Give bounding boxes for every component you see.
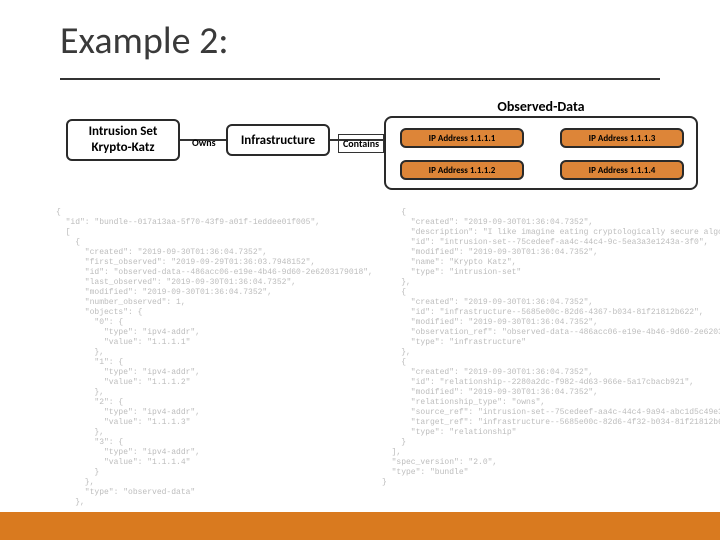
rel-label-contains: Contains [338,134,384,153]
infrastructure-label: Infrastructure [241,133,315,148]
intrusion-set-label-2: Krypto-Katz [92,140,155,156]
json-code-left: { "id": "bundle--017a13aa-5f70-43f9-a01f… [56,208,386,508]
ip-address-box: IP Address 1.1.1.1 [400,128,524,148]
ip-address-box: IP Address 1.1.1.2 [400,160,524,180]
ip-address-box: IP Address 1.1.1.4 [560,160,684,180]
observed-data-label: Observed-Data [386,98,696,115]
intrusion-set-box: Intrusion Set Krypto-Katz [66,119,180,161]
infrastructure-box: Infrastructure [226,124,330,156]
footer-bar [0,512,720,540]
title-underline [60,78,660,80]
ip-address-box: IP Address 1.1.1.3 [560,128,684,148]
intrusion-set-label-1: Intrusion Set [89,124,158,140]
json-code-right: { "created": "2019-09-30T01:36:04.7352",… [382,208,702,488]
rel-label-owns: Owns [192,136,216,149]
slide: Example 2: Intrusion Set Krypto-Katz Own… [0,0,720,540]
observed-data-box: Observed-Data IP Address 1.1.1.1 IP Addr… [384,116,698,190]
slide-title: Example 2: [60,18,229,64]
